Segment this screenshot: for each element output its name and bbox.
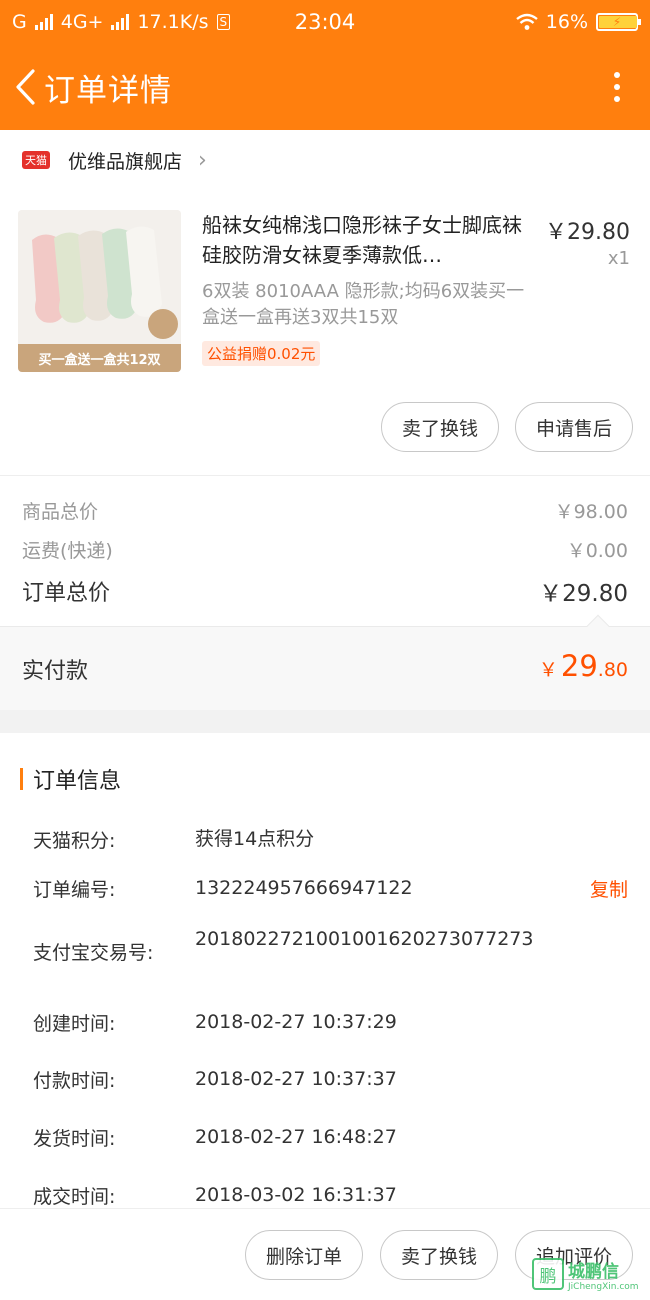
speed-label: 17.1K/s <box>137 11 209 33</box>
info-value: 2018022721001001620273077273 <box>195 928 534 950</box>
order-total-label: 订单总价 <box>22 581 111 606</box>
order-info-header: 订单信息 <box>20 763 121 795</box>
product-price: ￥29.80 <box>545 220 630 245</box>
thumb-caption: 买一盒送一盒共12双 <box>18 344 181 372</box>
info-value: 2018-02-27 10:37:37 <box>195 1068 397 1090</box>
info-label: 天猫积分: <box>33 830 116 852</box>
more-menu-icon[interactable] <box>602 67 632 107</box>
back-icon[interactable] <box>10 67 40 107</box>
shop-name: 优维品旗舰店 <box>68 150 183 173</box>
shipping-value: ￥0.00 <box>566 540 628 562</box>
watermark: 鹏 城鹏信 JiChengXin.com <box>532 1252 644 1296</box>
actual-payment-amount: ￥ 29 .80 <box>539 649 628 683</box>
watermark-text: 城鹏信 JiChengXin.com <box>568 1257 639 1292</box>
status-right: 16% ⚡ <box>516 11 641 33</box>
charity-badge: 公益捐赠0.02元 <box>202 341 321 366</box>
goods-total-value: ￥98.00 <box>554 501 628 523</box>
order-total-row: 订单总价 ￥29.80 <box>22 574 628 608</box>
status-left: G 4G+ 17.1K/s S <box>12 11 231 33</box>
status-bar: G 4G+ 17.1K/s S 23:04 16% ⚡ <box>0 0 650 44</box>
watermark-cn: 城鹏信 <box>568 1261 619 1282</box>
watermark-en: JiChengXin.com <box>568 1281 639 1292</box>
order-info-title: 订单信息 <box>33 769 122 794</box>
chevron-right-icon: › <box>198 147 207 173</box>
info-value: 132224957666947122 <box>195 877 413 899</box>
sell-button[interactable]: 卖了换钱 <box>380 402 499 452</box>
status-time: 23:04 <box>294 10 356 34</box>
info-label: 创建时间: <box>33 1013 116 1035</box>
actual-payment-row: 实付款 ￥ 29 .80 <box>0 614 650 710</box>
sell-button[interactable]: 卖了换钱 <box>379 1230 498 1280</box>
notch-decoration <box>586 614 610 638</box>
product-spec: 6双装 8010AAA 隐形款;均码6双装买一盒送一盒再送3双共15双 <box>202 281 525 328</box>
actual-payment-label: 实付款 <box>22 659 89 684</box>
after-sales-button[interactable]: 申请售后 <box>514 402 633 452</box>
shipping-label: 运费(快递) <box>22 540 113 562</box>
info-label: 发货时间: <box>33 1128 116 1150</box>
signal-icon-2 <box>111 14 130 30</box>
socks-image <box>18 210 181 344</box>
section-accent-bar <box>20 768 23 790</box>
shop-header[interactable]: 天猫 优维品旗舰店 › <box>0 130 650 190</box>
page-title: 订单详情 <box>44 72 172 109</box>
delete-order-button[interactable]: 删除订单 <box>244 1230 363 1280</box>
goods-total-row: 商品总价 ￥98.00 <box>22 497 628 524</box>
product-thumbnail[interactable]: 买一盒送一盒共12双 <box>18 210 181 372</box>
info-label: 支付宝交易号: <box>33 942 154 964</box>
network-label: 4G+ <box>60 11 104 33</box>
battery-percent: 16% <box>545 11 588 33</box>
top-bar: G 4G+ 17.1K/s S 23:04 16% ⚡ 订单详情 <box>0 0 650 130</box>
carrier-label: G <box>12 11 27 33</box>
product-actions: 卖了换钱 申请售后 <box>380 402 633 452</box>
watermark-logo-icon: 鹏 <box>532 1258 564 1290</box>
amount-integer: 29 <box>560 649 598 683</box>
amount-decimal: .80 <box>597 659 628 681</box>
battery-icon: ⚡ <box>596 13 641 31</box>
product-item[interactable]: 买一盒送一盒共12双 船袜女纯棉浅口隐形袜子女士脚底袜硅胶防滑女袜夏季薄款低… … <box>0 210 650 380</box>
goods-total-label: 商品总价 <box>22 501 99 523</box>
nav-bar: 订单详情 <box>0 44 650 130</box>
copy-button[interactable]: 复制 <box>590 875 628 902</box>
info-value: 2018-02-27 10:37:29 <box>195 1011 397 1033</box>
order-card: 天猫 优维品旗舰店 › 买一盒送一盒共12双 船袜女纯棉浅口隐形袜子女士脚底袜硅… <box>0 130 650 710</box>
order-total-value: ￥29.80 <box>539 581 628 607</box>
currency-symbol: ￥ <box>538 659 558 681</box>
info-value: 2018-03-02 16:31:37 <box>195 1184 397 1206</box>
signal-icon <box>34 14 53 30</box>
product-title[interactable]: 船袜女纯棉浅口隐形袜子女士脚底袜硅胶防滑女袜夏季薄款低… <box>202 210 532 270</box>
info-value: 2018-02-27 16:48:27 <box>195 1126 397 1148</box>
info-value: 获得14点积分 <box>195 828 315 850</box>
divider <box>0 475 650 476</box>
tmall-logo-icon: 天猫 <box>22 151 50 169</box>
product-quantity: x1 <box>607 248 630 269</box>
wifi-icon <box>516 13 538 30</box>
shipping-row: 运费(快递) ￥0.00 <box>22 536 628 563</box>
info-label: 付款时间: <box>33 1070 116 1092</box>
s-icon: S <box>216 14 231 30</box>
info-label: 订单编号: <box>33 879 116 901</box>
info-label: 成交时间: <box>33 1186 116 1208</box>
